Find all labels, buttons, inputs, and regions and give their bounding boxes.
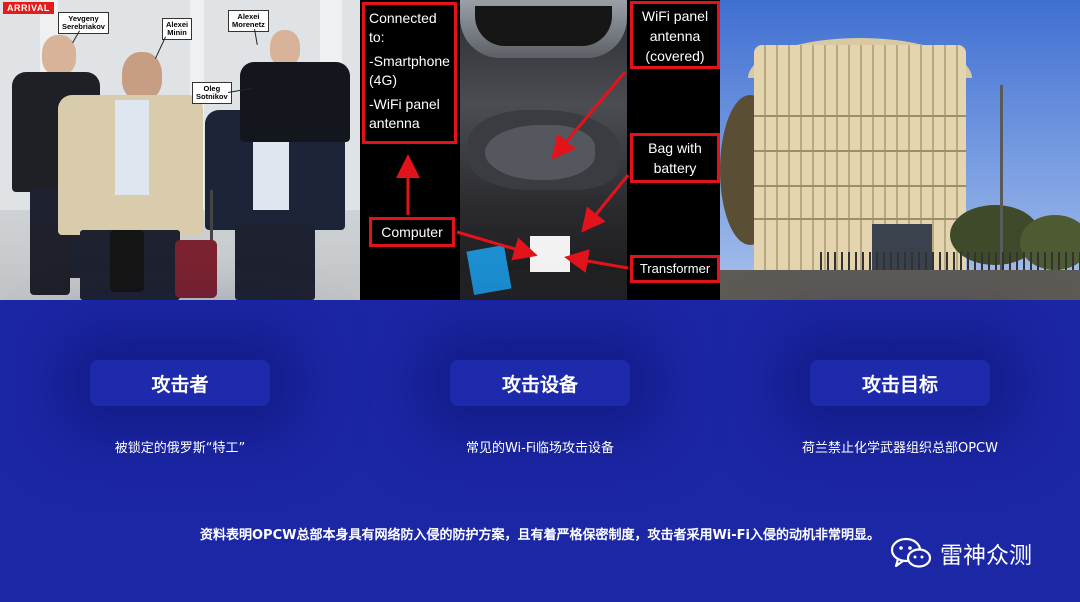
callout-arrows (396, 71, 630, 273)
attacker-caption: 被锁定的俄罗斯“特工” (114, 441, 246, 456)
arrival-stamp: ARRIVAL (3, 2, 54, 14)
attack-device-caption: 常见的Wi-Fi临场攻击设备 (465, 441, 614, 456)
cctv-photo: ARRIVAL Yevgeny Serebriakov Alexei Minin A… (0, 0, 360, 300)
attack-device-card: 攻击设备 (450, 360, 630, 406)
attack-target-title: 攻击目标 (861, 373, 938, 396)
name-tag: Alexei Morenetz (228, 10, 269, 32)
brand-name: 雷神众测 (940, 543, 1032, 569)
name-tag: Yevgeny Serebriakov (58, 12, 109, 34)
brand-watermark: 雷神众测 (890, 535, 1032, 571)
attack-target-card: 攻击目标 (810, 360, 990, 406)
opcw-building-photo (720, 0, 1080, 300)
attacker-title: 攻击者 (151, 373, 209, 396)
attack-device-title: 攻击设备 (501, 373, 578, 396)
equipment-photo: Connected to: -Smartphone (4G) -WiFi pan… (360, 0, 720, 300)
name-tag: Alexei Minin (162, 18, 193, 40)
attacker-card: 攻击者 (90, 360, 270, 406)
photo-strip: ARRIVAL Yevgeny Serebriakov Alexei Minin A… (0, 0, 1080, 300)
attack-target-caption: 荷兰禁止化学武器组织总部OPCW (801, 441, 998, 456)
name-tag: Oleg Sotnikov (192, 82, 232, 104)
wechat-icon (890, 537, 932, 568)
